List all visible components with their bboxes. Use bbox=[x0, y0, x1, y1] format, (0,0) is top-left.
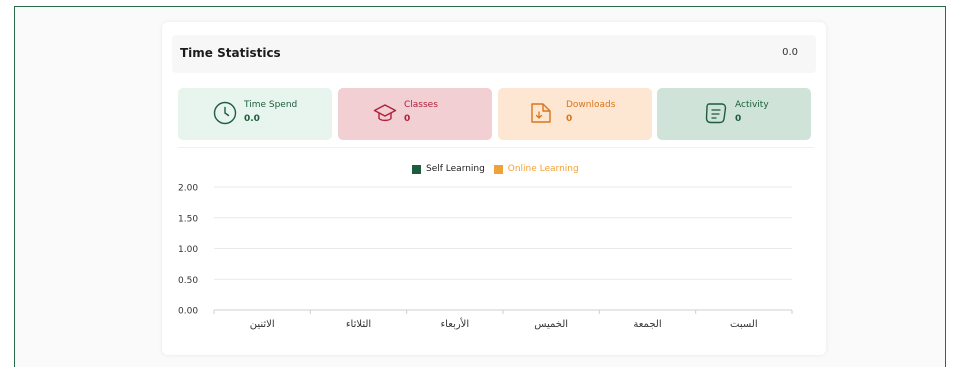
y-tick-label: 1.50 bbox=[178, 214, 198, 224]
x-tick-label: الاثنين bbox=[250, 319, 275, 330]
x-tick-label: الثلاثاء bbox=[346, 319, 371, 330]
weekly-time-chart: 0.00 0.50 1.00 1.50 2.00 الاثنين الثلاثاء الأرب… bbox=[178, 184, 793, 330]
x-tick-label: الجمعة bbox=[633, 319, 661, 330]
x-tick-label: الأربعاء bbox=[440, 317, 469, 330]
y-tick-label: 0.50 bbox=[178, 276, 198, 286]
y-tick-label: 2.00 bbox=[178, 184, 198, 194]
y-tick-label: 0.00 bbox=[178, 307, 198, 317]
x-tick-label: الخميس bbox=[534, 319, 568, 330]
x-tick-label: السبت bbox=[730, 319, 758, 330]
y-tick-label: 1.00 bbox=[178, 245, 198, 255]
